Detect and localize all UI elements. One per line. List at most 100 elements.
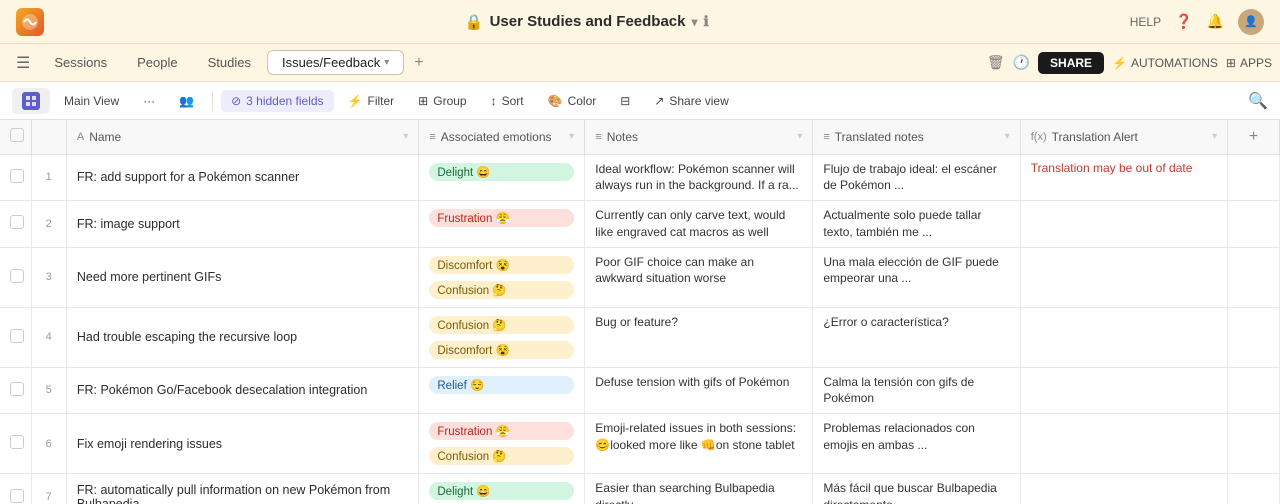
select-all-checkbox[interactable] [10, 128, 24, 142]
collaborators-button[interactable]: 👥 [169, 90, 204, 112]
row-checkbox[interactable] [10, 382, 24, 396]
avatar[interactable]: 👤 [1238, 9, 1264, 35]
translated-col-sort-icon[interactable]: ▾ [1005, 131, 1010, 142]
emotions-header[interactable]: ≡ Associated emotions ▾ [419, 120, 585, 154]
add-column-button[interactable]: + [1249, 128, 1258, 145]
trash-icon[interactable]: 🗑 [987, 54, 1005, 71]
name-col-sort-icon[interactable]: ▾ [403, 131, 408, 142]
row-translated-notes[interactable]: Una mala elección de GIF puede empeorar … [813, 247, 1020, 307]
row-checkbox[interactable] [10, 329, 24, 343]
nav-right-actions: 🗑 🕐 SHARE ⚡ AUTOMATIONS ⊞ APPS [987, 52, 1272, 74]
row-name[interactable]: FR: automatically pull information on ne… [66, 474, 419, 504]
row-translated-notes[interactable]: Flujo de trabajo ideal: el escáner de Po… [813, 154, 1020, 201]
alert-col-sort-icon[interactable]: ▾ [1212, 131, 1217, 142]
emotion-tag[interactable]: Delight 😄 [429, 163, 574, 181]
table-row[interactable]: 2FR: image supportFrustration 😤Currently… [0, 201, 1280, 248]
emotion-tag[interactable]: Discomfort 😵 [429, 341, 574, 359]
table-row[interactable]: 7FR: automatically pull information on n… [0, 474, 1280, 504]
row-notes[interactable]: Easier than searching Bulbapedia directl… [585, 474, 813, 504]
row-checkbox[interactable] [10, 169, 24, 183]
row-notes[interactable]: Emoji-related issues in both sessions: 😊… [585, 414, 813, 474]
emotion-tag[interactable]: Frustration 😤 [429, 422, 574, 440]
emotion-tag[interactable]: Confusion 🤔 [429, 281, 574, 299]
help-icon[interactable]: ❓ [1175, 13, 1192, 30]
row-translated-notes[interactable]: Problemas relacionados con emojis en amb… [813, 414, 1020, 474]
emotion-tag[interactable]: Confusion 🤔 [429, 447, 574, 465]
info-icon[interactable]: ℹ [704, 13, 709, 30]
layout-button[interactable]: ⊟ [610, 90, 640, 112]
row-notes[interactable]: Poor GIF choice can make an awkward situ… [585, 247, 813, 307]
translated-col-label: Translated notes [835, 130, 924, 144]
filter-button[interactable]: ⚡ Filter [338, 90, 405, 112]
row-name[interactable]: Had trouble escaping the recursive loop [66, 307, 419, 367]
emotion-tag[interactable]: Confusion 🤔 [429, 316, 574, 334]
notification-icon[interactable]: 🔔 [1207, 13, 1224, 30]
share-button[interactable]: SHARE [1038, 52, 1104, 74]
table-row[interactable]: 6Fix emoji rendering issuesFrustration 😤… [0, 414, 1280, 474]
main-view-button[interactable]: Main View [54, 90, 129, 112]
color-button[interactable]: 🎨 Color [538, 90, 607, 112]
table-row[interactable]: 3Need more pertinent GIFs Discomfort 😵 Con… [0, 247, 1280, 307]
row-checkbox[interactable] [10, 215, 24, 229]
emotions-col-sort-icon[interactable]: ▾ [569, 131, 574, 142]
title-dropdown-icon[interactable]: ▾ [692, 15, 698, 29]
notes-header[interactable]: ≡ Notes ▾ [585, 120, 813, 154]
hidden-fields-button[interactable]: ⊘ 3 hidden fields [221, 90, 333, 112]
row-name[interactable]: FR: image support [66, 201, 419, 248]
alert-header[interactable]: f(x) Translation Alert ▾ [1020, 120, 1227, 154]
row-translated-notes[interactable]: Actualmente solo puede tallar texto, tam… [813, 201, 1020, 248]
group-button[interactable]: ⊞ Group [408, 90, 476, 112]
view-icon-button[interactable] [12, 88, 50, 114]
row-name[interactable]: Fix emoji rendering issues [66, 414, 419, 474]
lock-icon: 🔒 [465, 13, 484, 31]
add-tab-button[interactable]: + [406, 50, 431, 76]
name-col-label: Name [89, 130, 121, 144]
history-icon[interactable]: 🕐 [1013, 54, 1030, 71]
hamburger-menu[interactable]: ☰ [8, 49, 38, 77]
row-emotions: Discomfort 😵 Confusion 🤔 [419, 247, 585, 307]
row-checkbox[interactable] [10, 489, 24, 503]
name-header[interactable]: A Name ▾ [66, 120, 419, 154]
row-name[interactable]: FR: add support for a Pokémon scanner [66, 154, 419, 201]
search-button[interactable]: 🔍 [1248, 91, 1268, 111]
row-checkbox[interactable] [10, 269, 24, 283]
row-notes[interactable]: Defuse tension with gifs of Pokémon [585, 367, 813, 414]
page-title-area: 🔒 User Studies and Feedback ▾ ℹ [465, 13, 709, 31]
sort-button[interactable]: ↕ Sort [481, 90, 534, 112]
row-translated-notes[interactable]: Calma la tensión con gifs de Pokémon [813, 367, 1020, 414]
translated-header[interactable]: ≡ Translated notes ▾ [813, 120, 1020, 154]
row-translated-notes[interactable]: Más fácil que buscar Bulbapedia directam… [813, 474, 1020, 504]
table-row[interactable]: 5FR: Pokémon Go/Facebook desecalation in… [0, 367, 1280, 414]
main-view-label: Main View [64, 94, 119, 108]
tab-sessions[interactable]: Sessions [40, 51, 121, 74]
row-add-cell [1228, 201, 1280, 248]
table-row[interactable]: 1FR: add support for a Pokémon scannerDe… [0, 154, 1280, 201]
emotion-tag[interactable]: Frustration 😤 [429, 209, 574, 227]
tab-dropdown-icon[interactable]: ▾ [384, 57, 389, 68]
help-label[interactable]: HELP [1130, 15, 1161, 29]
row-number: 3 [31, 247, 66, 307]
row-notes[interactable]: Currently can only carve text, would lik… [585, 201, 813, 248]
notes-col-sort-icon[interactable]: ▾ [797, 131, 802, 142]
row-checkbox[interactable] [10, 435, 24, 449]
table-row[interactable]: 4Had trouble escaping the recursive loop… [0, 307, 1280, 367]
emotion-tag[interactable]: Relief 😌 [429, 376, 574, 394]
tab-people[interactable]: People [123, 51, 191, 74]
row-notes[interactable]: Ideal workflow: Pokémon scanner will alw… [585, 154, 813, 201]
add-col-header[interactable]: + [1228, 120, 1280, 154]
row-translated-notes[interactable]: ¿Error o característica? [813, 307, 1020, 367]
checkbox-header[interactable] [0, 120, 31, 154]
emotion-tag[interactable]: Delight 😄 [429, 482, 574, 500]
emotion-tag[interactable]: Discomfort 😵 [429, 256, 574, 274]
row-notes[interactable]: Bug or feature? [585, 307, 813, 367]
app-logo[interactable] [16, 8, 44, 36]
more-options-button[interactable]: ··· [133, 90, 165, 112]
tab-studies[interactable]: Studies [194, 51, 265, 74]
apps-button[interactable]: ⊞ APPS [1226, 56, 1272, 70]
row-name[interactable]: FR: Pokémon Go/Facebook desecalation int… [66, 367, 419, 414]
tab-issues-feedback[interactable]: Issues/Feedback ▾ [267, 50, 404, 75]
row-name[interactable]: Need more pertinent GIFs [66, 247, 419, 307]
automations-button[interactable]: ⚡ AUTOMATIONS [1112, 56, 1218, 70]
share-view-button[interactable]: ↗ Share view [644, 90, 738, 112]
row-translation-alert [1020, 367, 1227, 414]
